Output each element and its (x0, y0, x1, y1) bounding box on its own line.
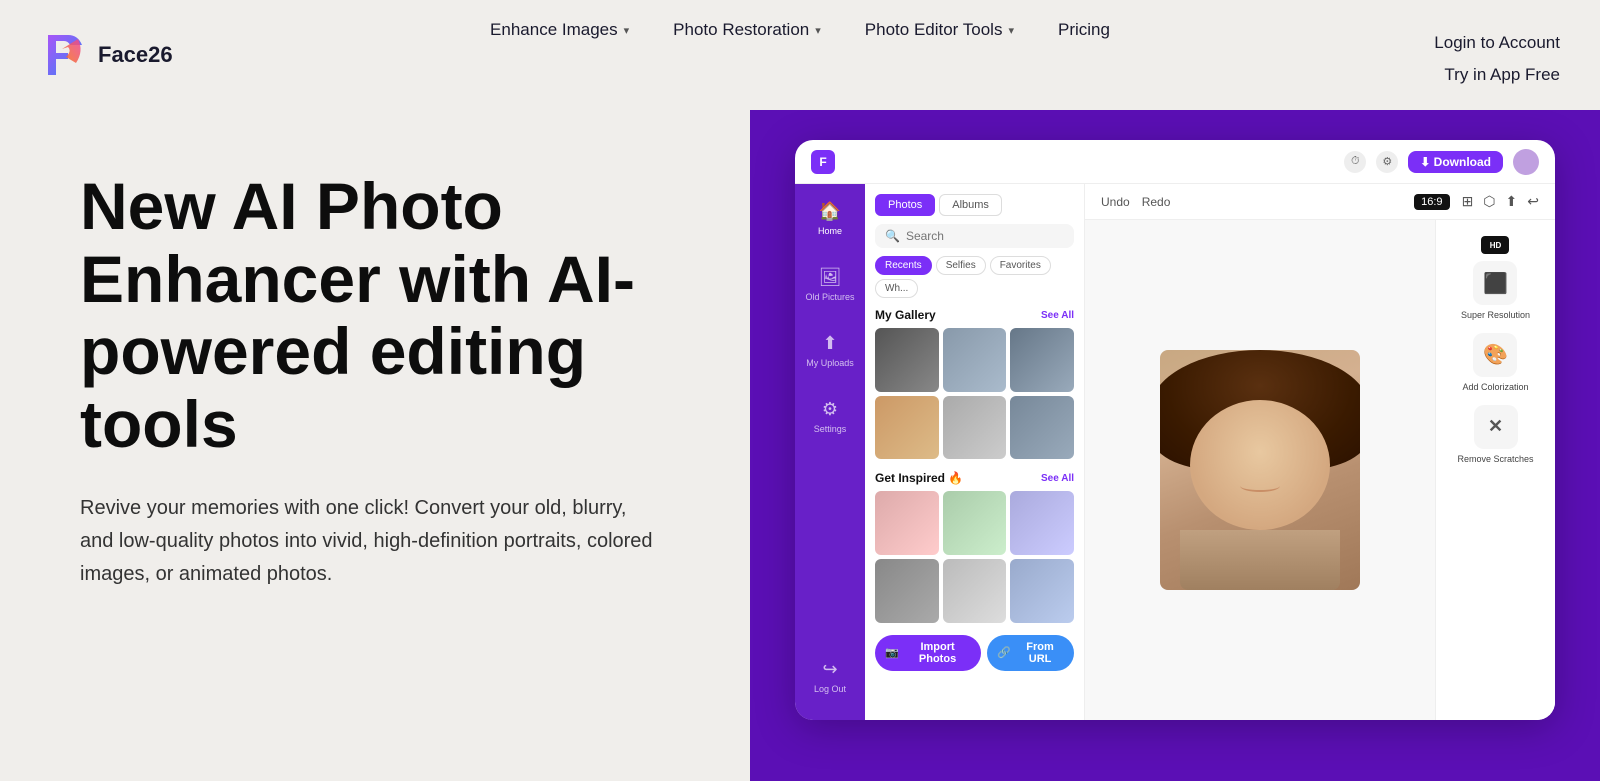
tool-colorization[interactable]: 🎨 Add Colorization (1462, 333, 1528, 393)
header: Face26 Enhance Images ▾ Photo Restoratio… (0, 0, 1600, 110)
panel-search: 🔍 (875, 224, 1074, 248)
gallery-thumb[interactable] (943, 491, 1007, 555)
portrait-photo (1160, 350, 1360, 590)
sidebar-logout[interactable]: ↪ Log Out (814, 658, 846, 704)
settings-icon: ⚙ (1376, 151, 1398, 173)
search-icon: 🔍 (885, 229, 900, 243)
hero-headline: New AI Photo Enhancer with AI-powered ed… (80, 170, 690, 460)
my-gallery-title: My Gallery See All (875, 308, 1074, 322)
import-icon: 📷 (885, 646, 899, 659)
nav-photo-editor-tools[interactable]: Photo Editor Tools ▾ (843, 12, 1036, 48)
hero-right: F ⏱ ⚙ ⬇ Download 🏠 Home (750, 110, 1600, 781)
logo-area[interactable]: Face26 (40, 31, 173, 79)
sidebar-item-home[interactable]: 🏠 Home (818, 200, 842, 236)
hd-badge: HD (1481, 236, 1509, 254)
logout-icon: ↪ (819, 658, 841, 680)
chevron-down-icon: ▾ (1008, 24, 1014, 37)
app-logo-small: F (811, 150, 835, 174)
export-icon[interactable]: ⬆ (1506, 193, 1518, 210)
editor-main: HD ⬛ Super Resolution 🎨 Add Colorization (1085, 220, 1555, 720)
photo-area (1085, 220, 1435, 720)
home-icon: 🏠 (819, 200, 841, 222)
sidebar-item-settings[interactable]: ⚙ Settings (814, 398, 847, 434)
portrait-body (1180, 530, 1340, 590)
import-row: 📷 Import Photos 🔗 From URL (875, 635, 1074, 671)
tool-super-resolution[interactable]: HD ⬛ Super Resolution (1461, 236, 1530, 321)
old-pictures-icon: 🖼 (819, 266, 841, 288)
nav-login[interactable]: Login to Account (1434, 25, 1560, 61)
filter-tabs: Recents Selfies Favorites Wh... (875, 256, 1074, 298)
app-topbar: F ⏱ ⚙ ⬇ Download (795, 140, 1555, 184)
panel-tabs: Photos Albums (875, 194, 1074, 216)
filter-recents[interactable]: Recents (875, 256, 932, 275)
gear-icon: ⚙ (819, 398, 841, 420)
app-topbar-icons: ⏱ ⚙ ⬇ Download (1344, 149, 1539, 175)
gallery-thumb[interactable] (943, 559, 1007, 623)
gallery-thumb[interactable] (1010, 328, 1074, 392)
chevron-down-icon: ▾ (815, 24, 821, 37)
editor-toolbar: Undo Redo 16:9 ⊞ ⬡ ⬆ ↩ (1085, 184, 1555, 220)
app-body: 🏠 Home 🖼 Old Pictures ⬆ My Uploads ⚙ Set… (795, 184, 1555, 720)
remove-scratches-icon: ✕ (1474, 405, 1518, 449)
filter-favorites[interactable]: Favorites (990, 256, 1051, 275)
tab-albums[interactable]: Albums (939, 194, 1002, 216)
gallery-thumb[interactable] (1010, 396, 1074, 460)
chevron-down-icon: ▾ (624, 24, 630, 37)
search-input[interactable] (906, 229, 1064, 243)
filter-other[interactable]: Wh... (875, 279, 918, 298)
grid-icon[interactable]: ⊞ (1462, 193, 1474, 210)
filter-selfies[interactable]: Selfies (936, 256, 986, 275)
undo-button[interactable]: Undo (1101, 195, 1130, 209)
nav-photo-restoration[interactable]: Photo Restoration ▾ (651, 12, 843, 48)
nav-pricing[interactable]: Pricing (1036, 12, 1132, 48)
colorization-icon: 🎨 (1473, 333, 1517, 377)
main-content: New AI Photo Enhancer with AI-powered ed… (0, 110, 1600, 781)
toolbar-icons: ⊞ ⬡ ⬆ ↩ (1462, 193, 1539, 210)
avatar (1513, 149, 1539, 175)
sidebar-item-old-pictures[interactable]: 🖼 Old Pictures (805, 266, 854, 302)
nav-right-group: Login to Account Try in App Free (1434, 25, 1560, 85)
clock-icon: ⏱ (1344, 151, 1366, 173)
layers-icon[interactable]: ⬡ (1483, 193, 1495, 210)
my-gallery-grid (875, 328, 1074, 459)
gallery-thumb[interactable] (943, 396, 1007, 460)
editor-panel: Undo Redo 16:9 ⊞ ⬡ ⬆ ↩ (1085, 184, 1555, 720)
gallery-panel: Photos Albums 🔍 Recents Selfies Favorite… (865, 184, 1085, 720)
smile-detail (1240, 480, 1280, 492)
gallery-thumb[interactable] (1010, 491, 1074, 555)
see-all-gallery[interactable]: See All (1041, 310, 1074, 321)
url-icon: 🔗 (997, 646, 1011, 659)
see-all-inspired[interactable]: See All (1041, 473, 1074, 484)
nav-try-free[interactable]: Try in App Free (1444, 65, 1560, 85)
import-photos-button[interactable]: 📷 Import Photos (875, 635, 981, 671)
app-sidebar: 🏠 Home 🖼 Old Pictures ⬆ My Uploads ⚙ Set… (795, 184, 865, 720)
gallery-thumb[interactable] (875, 559, 939, 623)
tool-remove-scratches[interactable]: ✕ Remove Scratches (1457, 405, 1533, 465)
gallery-thumb[interactable] (875, 491, 939, 555)
tools-panel: HD ⬛ Super Resolution 🎨 Add Colorization (1435, 220, 1555, 720)
gallery-thumb[interactable] (875, 328, 939, 392)
nav-enhance-images[interactable]: Enhance Images ▾ (468, 12, 651, 48)
get-inspired-grid (875, 491, 1074, 622)
from-url-button[interactable]: 🔗 From URL (987, 635, 1074, 671)
face26-logo-icon (40, 31, 88, 79)
hero-left: New AI Photo Enhancer with AI-powered ed… (0, 110, 750, 631)
brand-name: Face26 (98, 42, 173, 68)
uploads-icon: ⬆ (819, 332, 841, 354)
gallery-thumb[interactable] (875, 396, 939, 460)
sidebar-item-my-uploads[interactable]: ⬆ My Uploads (806, 332, 854, 368)
hero-subtext: Revive your memories with one click! Con… (80, 492, 660, 591)
app-mockup: F ⏱ ⚙ ⬇ Download 🏠 Home (795, 140, 1555, 720)
ratio-badge: 16:9 (1414, 194, 1449, 210)
gallery-thumb[interactable] (1010, 559, 1074, 623)
gallery-thumb[interactable] (943, 328, 1007, 392)
redo-button[interactable]: Redo (1142, 195, 1171, 209)
super-res-icon: ⬛ (1473, 261, 1517, 305)
download-button[interactable]: ⬇ Download (1408, 151, 1503, 173)
tab-photos[interactable]: Photos (875, 194, 935, 216)
undo2-icon[interactable]: ↩ (1527, 193, 1539, 210)
portrait-face (1190, 400, 1330, 530)
get-inspired-title: Get Inspired 🔥 See All (875, 471, 1074, 485)
